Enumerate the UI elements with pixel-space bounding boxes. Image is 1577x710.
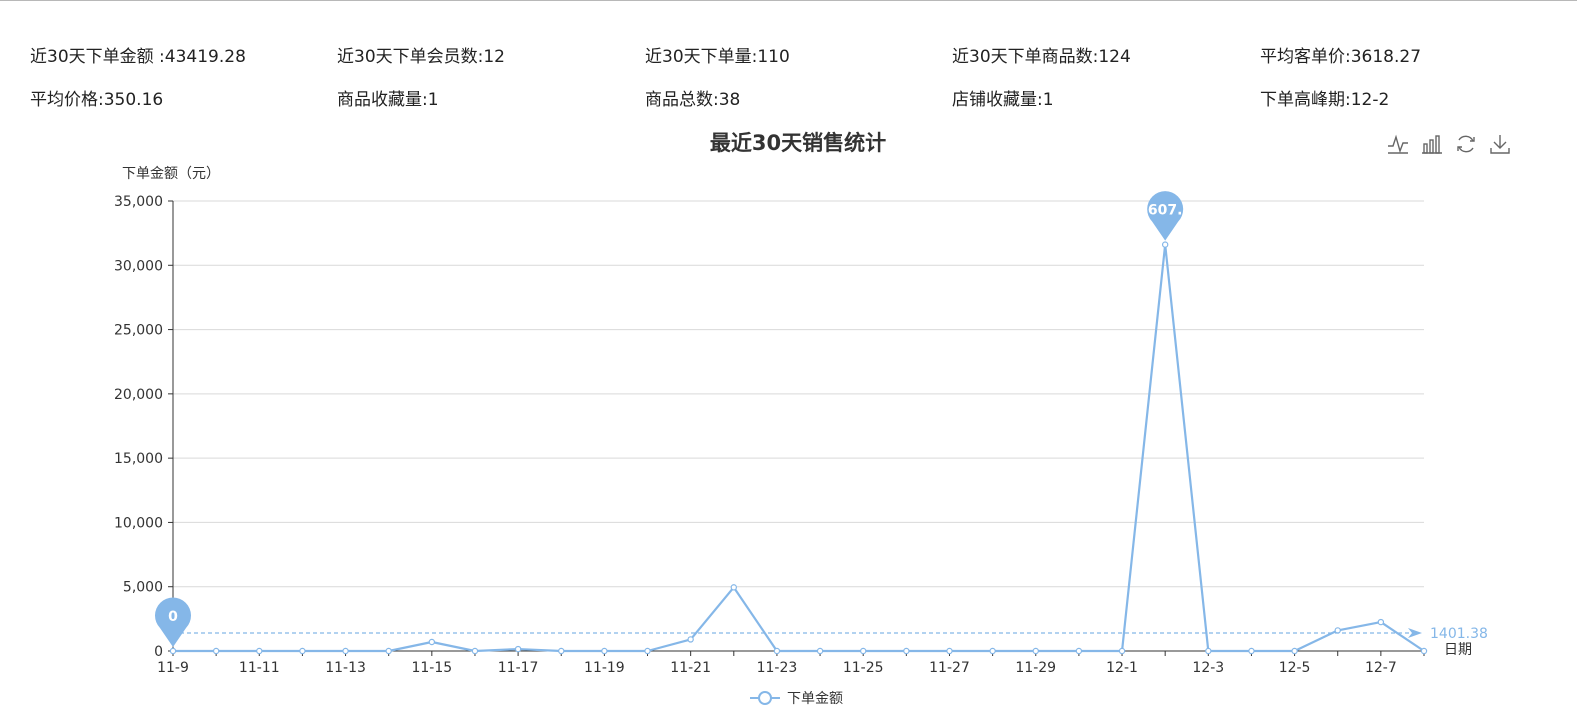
- x-tick-label: 11-23: [757, 660, 798, 676]
- mark-point-label: 31607.57: [1128, 203, 1202, 219]
- y-axis-label: 下单金额（元）: [122, 166, 220, 182]
- data-point[interactable]: [1248, 647, 1255, 655]
- x-tick-label: 11-15: [411, 660, 452, 676]
- data-point[interactable]: [471, 647, 479, 655]
- data-point[interactable]: [342, 647, 349, 655]
- data-point[interactable]: [169, 647, 177, 655]
- data-point[interactable]: [256, 647, 263, 655]
- x-tick-label: 11-11: [239, 660, 280, 676]
- data-point[interactable]: [514, 645, 522, 653]
- data-point[interactable]: [385, 647, 392, 655]
- data-point[interactable]: [816, 647, 824, 655]
- data-point[interactable]: [773, 647, 781, 655]
- y-tick-label: 30,000: [114, 258, 163, 274]
- x-tick-label: 12-3: [1192, 660, 1224, 676]
- y-tick-label: 10,000: [114, 515, 163, 531]
- y-tick-label: 0: [154, 644, 163, 660]
- chart-title: 最近30天销售统计: [710, 131, 886, 155]
- x-tick-label: 11-17: [498, 660, 539, 676]
- data-point[interactable]: [989, 647, 996, 655]
- x-tick-label: 11-13: [325, 660, 366, 676]
- x-axis-label: 日期: [1444, 642, 1472, 658]
- x-tick-label: 11-21: [670, 660, 711, 676]
- y-tick-label: 20,000: [114, 387, 163, 403]
- data-point[interactable]: [730, 584, 737, 591]
- legend-label[interactable]: 下单金额: [787, 691, 843, 707]
- x-tick-label: 11-9: [157, 660, 189, 676]
- data-point[interactable]: [428, 638, 436, 646]
- data-point[interactable]: [1420, 647, 1428, 655]
- data-point[interactable]: [1291, 647, 1298, 655]
- data-point[interactable]: [1334, 627, 1341, 634]
- data-point[interactable]: [1377, 618, 1385, 626]
- x-tick-label: 12-7: [1365, 660, 1397, 676]
- data-point[interactable]: [687, 636, 694, 643]
- data-point[interactable]: [1161, 241, 1169, 248]
- x-tick-label: 11-27: [929, 660, 970, 676]
- x-tick-label: 12-5: [1279, 660, 1311, 676]
- sales-line-chart: 最近30天销售统计下单金额（元） 0 5,000 10,000 15,000 20,000…: [114, 131, 1488, 707]
- x-tick-label: 11-19: [584, 660, 625, 676]
- series-line: [173, 243, 1425, 653]
- data-point[interactable]: [860, 647, 867, 655]
- data-point[interactable]: [1032, 647, 1039, 655]
- mark-point-label: 0: [168, 609, 178, 625]
- data-point[interactable]: [644, 647, 651, 655]
- data-point[interactable]: [299, 647, 306, 655]
- y-tick-label: 15,000: [114, 451, 163, 467]
- data-point[interactable]: [1118, 647, 1126, 655]
- data-point[interactable]: [946, 647, 953, 655]
- data-point[interactable]: [601, 647, 608, 655]
- data-point[interactable]: [212, 647, 220, 655]
- y-tick-label: 35,000: [114, 194, 163, 210]
- data-point[interactable]: [558, 647, 565, 655]
- data-point[interactable]: [903, 647, 910, 655]
- average-mark-arrow: [1408, 627, 1422, 638]
- y-tick-label: 25,000: [114, 323, 163, 339]
- data-point[interactable]: [1075, 647, 1083, 655]
- legend-marker[interactable]: [758, 691, 772, 705]
- x-tick-label: 11-25: [843, 660, 884, 676]
- x-tick-label: 11-29: [1015, 660, 1056, 676]
- average-mark-label: 1401.38: [1430, 626, 1488, 642]
- data-point[interactable]: [1205, 647, 1212, 655]
- x-tick-label: 12-1: [1106, 660, 1138, 676]
- y-tick-label: 5,000: [123, 580, 163, 596]
